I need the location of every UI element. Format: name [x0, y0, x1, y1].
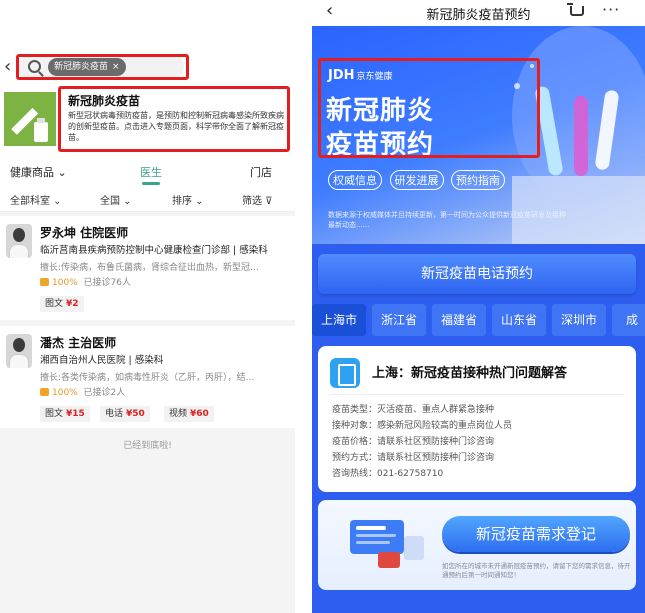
hero-note: 数据来源于权威媒体并且持续更新，第一时间为公众提供新冠疫苗研发及接种最新动态..… [328, 211, 566, 229]
doctor-stats: 100% 已接诊2人 [40, 385, 125, 398]
org-name: 临沂莒南县疾病预防控制中心健康检查门诊部 [40, 245, 231, 256]
filter-bar: 全部科室 ⌄ 全国 ⌄ 排序 ⌄ 筛选 ⊽ [0, 188, 295, 212]
filter-more[interactable]: 筛选 ⊽ [242, 192, 273, 207]
page-title: 新冠肺炎疫苗预约 [426, 8, 531, 23]
end-of-list-note: 已经到底啦! [123, 441, 172, 451]
tab-health-products[interactable]: 健康商品 ⌄ [10, 164, 67, 180]
rating: 100% [52, 388, 78, 398]
filter-region[interactable]: 全国 ⌄ [100, 192, 132, 207]
faq-line: 预约方式：请联系社区预防接种门诊咨询 [332, 453, 495, 463]
service-price: ¥50 [126, 409, 145, 419]
thumbs-up-icon [40, 278, 49, 286]
filter-label: 全国 [100, 196, 120, 207]
city-tab-shenzhen[interactable]: 深圳市 [552, 304, 606, 336]
service-video-consult[interactable]: 视频 ¥60 [164, 406, 214, 422]
back-icon[interactable]: ‹ [4, 56, 11, 77]
thumbs-up-icon [40, 388, 49, 396]
city-tab-shanghai[interactable]: 上海市 [312, 304, 366, 336]
filter-sort[interactable]: 排序 ⌄ [172, 192, 204, 207]
vaccine-demand-register-button[interactable]: 新冠疫苗需求登记 [442, 516, 630, 552]
doctor-stats: 100% 已接诊76人 [40, 275, 131, 288]
results-list: 罗永坤 住院医师 临沂莒南县疾病预防控制中心健康检查门诊部 | 感染科 擅长:传… [0, 212, 295, 613]
service-phone-consult[interactable]: 电话 ¥50 [100, 406, 150, 422]
vaccine-booking-page: ‹ 新冠肺炎疫苗预约 ··· JDH 京东健康 新冠肺炎 疫苗预约 权威信息 研发… [312, 0, 645, 613]
hotline-line[interactable]: 咨询热线：021-62758710 [332, 466, 443, 479]
phone-booking-header: 新冠疫苗电话预约 [318, 254, 636, 294]
department: 感染科 [239, 245, 268, 256]
city-tabs: 上海市 浙江省 福建省 山东省 深圳市 成 [312, 304, 645, 338]
service-price: ¥2 [66, 299, 79, 309]
service-price: ¥60 [190, 409, 209, 419]
city-tab-chengdu[interactable]: 成 [612, 304, 645, 336]
avatar [6, 224, 32, 258]
tag-authority-info[interactable]: 权威信息 [328, 170, 382, 190]
nav-bar: ‹ 新冠肺炎疫苗预约 ··· [312, 0, 645, 26]
service-label: 电话 [105, 409, 124, 419]
register-card: 新冠疫苗需求登记 如您所在的城市未开通新冠疫苗预约，请留下您的需求信息，待开通预… [318, 500, 636, 590]
tab-stores[interactable]: 门店 [250, 164, 272, 180]
doctor-card[interactable]: 罗永坤 住院医师 临沂莒南县疾病预防控制中心健康检查门诊部 | 感染科 擅长:传… [0, 216, 295, 320]
faq-title: 上海：新冠疫苗接种热门问题解答 [372, 366, 568, 381]
consult-count: 已接诊76人 [83, 278, 131, 288]
register-note: 如您所在的城市未开通新冠疫苗预约，请留下您的需求信息，待开通预约后第一时间通知您… [442, 562, 631, 579]
panel-gap [295, 0, 312, 613]
rating: 100% [52, 278, 78, 288]
divider [330, 394, 624, 395]
city-tab-fujian[interactable]: 福建省 [432, 304, 486, 336]
service-label: 图文 [45, 409, 64, 419]
active-tab-indicator [142, 182, 160, 185]
service-price: ¥15 [66, 409, 85, 419]
service-label: 图文 [45, 299, 64, 309]
tab-label: 健康商品 [10, 166, 54, 179]
tab-doctors[interactable]: 医生 [140, 164, 162, 180]
hero-tags: 权威信息 研发进展 预约指南 [328, 170, 509, 190]
filter-label: 筛选 [242, 196, 262, 207]
faq-line: 接种对象：感染新冠风险较高的重点岗位人员 [332, 421, 513, 431]
service-text-consult[interactable]: 图文 ¥2 [40, 296, 84, 312]
cart-icon[interactable] [567, 3, 584, 16]
doctor-specialty: 擅长:各类传染病，如病毒性肝炎（乙肝，丙肝），结… [40, 373, 255, 383]
highlight-box-topic [58, 86, 290, 152]
tag-booking-guide[interactable]: 预约指南 [451, 170, 505, 190]
doctor-card[interactable]: 潘杰 主治医师 湘西自治州人民医院 | 感染科 擅长:各类传染病，如病毒性肝炎（… [0, 326, 295, 428]
city-tab-shandong[interactable]: 山东省 [492, 304, 546, 336]
filter-department[interactable]: 全部科室 ⌄ [10, 192, 62, 207]
faq-line: 疫苗类型：灭活疫苗、重点人群紧急接种 [332, 405, 495, 415]
doctor-name: 罗永坤 住院医师 [40, 226, 129, 240]
category-tabs: 健康商品 ⌄ 医生 门店 [0, 160, 295, 186]
search-results-panel: ‹ 新冠肺炎疫苗 × 新冠肺炎疫苗 新型冠状病毒预防疫苗，是预防和控制新冠病毒感染… [0, 40, 295, 613]
service-text-consult[interactable]: 图文 ¥15 [40, 406, 90, 422]
doctor-specialty: 擅长:传染病，布鲁氏菌病，肾综合征出血热，新型冠… [40, 263, 260, 273]
more-icon[interactable]: ··· [602, 0, 620, 19]
building-icon [330, 358, 360, 388]
highlight-box-search [16, 54, 189, 80]
org-name: 湘西自治州人民医院 [40, 355, 126, 366]
service-label: 视频 [169, 409, 188, 419]
shanghai-faq-card: 上海：新冠疫苗接种热门问题解答 疫苗类型：灭活疫苗、重点人群紧急接种 接种对象：… [318, 346, 636, 492]
tag-rd-progress[interactable]: 研发进展 [389, 170, 444, 190]
highlight-box-hero [318, 58, 540, 158]
doctor-org: 临沂莒南县疾病预防控制中心健康检查门诊部 | 感染科 [40, 245, 268, 256]
department: 感染科 [134, 355, 164, 366]
city-tab-zhejiang[interactable]: 浙江省 [372, 304, 426, 336]
doctor-org: 湘西自治州人民医院 | 感染科 [40, 355, 164, 366]
consult-count: 已接诊2人 [83, 388, 126, 398]
register-illustration [350, 520, 424, 568]
faq-line: 疫苗价格：请联系社区预防接种门诊咨询 [332, 437, 495, 447]
avatar [6, 334, 32, 368]
filter-label: 排序 [172, 196, 192, 207]
vaccine-topic-image [4, 92, 56, 146]
filter-label: 全部科室 [10, 196, 50, 207]
doctor-name: 潘杰 主治医师 [40, 336, 117, 350]
